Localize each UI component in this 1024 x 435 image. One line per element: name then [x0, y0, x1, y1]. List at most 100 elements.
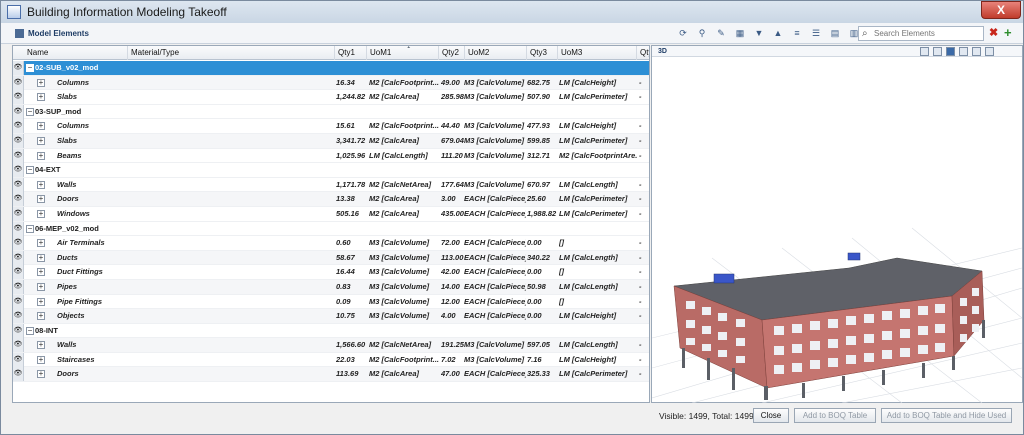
table-row[interactable]: 👁 + Columns 16.34 M2 [CalcFootprint... 49.00 M…: [13, 75, 649, 91]
visibility-eye-icon[interactable]: 👁: [13, 75, 24, 90]
collapse-icon[interactable]: −: [26, 224, 34, 233]
view-mode-icon[interactable]: [920, 47, 929, 56]
clear-filter-icon[interactable]: ✖: [989, 26, 1001, 40]
window-close-button[interactable]: X: [981, 1, 1021, 19]
visibility-eye-icon[interactable]: 👁: [13, 279, 24, 294]
visibility-eye-icon[interactable]: 👁: [13, 250, 24, 265]
expand-icon[interactable]: +: [37, 282, 45, 291]
expand-icon[interactable]: +: [37, 209, 45, 218]
cell-qty2: 285.98: [441, 92, 464, 102]
table-row[interactable]: 👁 + Objects 10.75 M3 [CalcVolume] 4.00 EACH [C…: [13, 309, 649, 324]
column-header-material[interactable]: Material/Type: [128, 46, 335, 60]
visibility-eye-icon[interactable]: 👁: [13, 148, 24, 163]
visibility-eye-icon[interactable]: 👁: [13, 90, 24, 105]
group-row[interactable]: 👁 −04-EXT: [13, 163, 649, 178]
expand-icon[interactable]: +: [37, 239, 45, 248]
table-row[interactable]: 👁 + Duct Fittings 16.44 M3 [CalcVolume] 42.00…: [13, 265, 649, 280]
expand-icon[interactable]: +: [37, 93, 45, 102]
visibility-eye-icon[interactable]: 👁: [13, 206, 24, 221]
add-to-boq-hide-used-button[interactable]: Add to BOQ Table and Hide Used: [881, 408, 1012, 423]
table-row[interactable]: 👁 + Pipes 0.83 M3 [CalcVolume] 14.00 EACH [Cal…: [13, 279, 649, 295]
collapse-icon[interactable]: −: [26, 107, 34, 116]
refresh-icon[interactable]: ⟳: [675, 26, 691, 40]
table-row[interactable]: 👁 + Windows 505.16 M2 [CalcArea] 435.00 EACH […: [13, 206, 649, 222]
table-row[interactable]: 👁 + Beams 1,025.96 LM [CalcLength] 111.20 M3 […: [13, 148, 649, 164]
table-row[interactable]: 👁 + Walls 1,566.60 M2 [CalcNetArea] 191.25 M3 …: [13, 338, 649, 353]
table-row[interactable]: 👁 + Slabs 1,244.82 M2 [CalcArea] 285.98 M3 [Ca…: [13, 90, 649, 105]
table-row[interactable]: 👁 + Slabs 3,341.72 M2 [CalcArea] 679.04 M3 [Ca…: [13, 133, 649, 149]
visibility-eye-icon[interactable]: 👁: [13, 294, 24, 309]
person-icon[interactable]: [985, 47, 994, 56]
expand-icon[interactable]: +: [37, 268, 45, 277]
expand-icon[interactable]: +: [37, 180, 45, 189]
visibility-eye-icon[interactable]: 👁: [13, 367, 24, 382]
grid-options-icon[interactable]: ▦: [732, 26, 748, 40]
collapse-icon[interactable]: −: [26, 64, 34, 72]
column-header-uom2[interactable]: UoM2: [465, 46, 527, 60]
collapse-all-icon[interactable]: ▼: [751, 26, 767, 40]
list-view-icon[interactable]: ≡: [789, 26, 805, 40]
shaded-mode-icon[interactable]: [946, 47, 955, 56]
visibility-eye-icon[interactable]: 👁: [13, 265, 24, 280]
visibility-eye-icon[interactable]: 👁: [13, 163, 24, 178]
table-row[interactable]: 👁 + Air Terminals 0.60 M3 [CalcVolume] 72.00 E…: [13, 236, 649, 251]
visibility-eye-icon[interactable]: 👁: [13, 309, 24, 324]
visibility-eye-icon[interactable]: 👁: [13, 221, 24, 236]
group-row[interactable]: 👁 −03-SUP_mod: [13, 104, 649, 120]
visibility-eye-icon[interactable]: 👁: [13, 192, 24, 207]
search-input[interactable]: [874, 29, 980, 38]
expand-icon[interactable]: +: [37, 122, 45, 131]
wand-icon[interactable]: ✎: [713, 26, 729, 40]
column-header-qty3[interactable]: Qty3: [527, 46, 558, 60]
column-header-qty2[interactable]: Qty2: [439, 46, 465, 60]
filter-icon[interactable]: ⚲: [694, 26, 710, 40]
expand-icon[interactable]: +: [37, 151, 45, 160]
visibility-eye-icon[interactable]: 👁: [13, 119, 24, 134]
visibility-eye-icon[interactable]: 👁: [13, 323, 24, 338]
table-row[interactable]: 👁 + Pipe Fittings 0.09 M3 [CalcVolume] 12.00 E…: [13, 294, 649, 310]
details-view-icon[interactable]: ☰: [808, 26, 824, 40]
visibility-eye-icon[interactable]: 👁: [13, 104, 24, 119]
cube-view-icon[interactable]: [959, 47, 968, 56]
expand-icon[interactable]: +: [37, 370, 45, 379]
table-row[interactable]: 👁 + Ducts 58.67 M3 [CalcVolume] 113.00 EACH [C…: [13, 250, 649, 266]
add-icon[interactable]: +: [1004, 26, 1016, 40]
visibility-eye-icon[interactable]: 👁: [13, 61, 24, 75]
expand-icon[interactable]: +: [37, 195, 45, 204]
close-button[interactable]: Close: [753, 408, 789, 423]
group-row[interactable]: 👁 −02-SUB_v02_mod: [13, 61, 649, 76]
visibility-eye-icon[interactable]: 👁: [13, 177, 24, 192]
table-row[interactable]: 👁 + Doors 13.38 M2 [CalcArea] 3.00 EACH [CalcP…: [13, 192, 649, 207]
column-header-name[interactable]: Name: [24, 46, 128, 60]
group-row[interactable]: 👁 −08-INT: [13, 323, 649, 339]
visibility-eye-icon[interactable]: 👁: [13, 236, 24, 251]
column-header-uom1[interactable]: UoM1: [367, 46, 439, 60]
column-header-uom3[interactable]: UoM3: [558, 46, 637, 60]
visibility-eye-icon[interactable]: 👁: [13, 133, 24, 148]
group-row[interactable]: 👁 −06-MEP_v02_mod: [13, 221, 649, 237]
table-row[interactable]: 👁 + Doors 113.69 M2 [CalcArea] 47.00 EACH [Cal…: [13, 367, 649, 383]
table-row[interactable]: 👁 + Columns 15.61 M2 [CalcFootprint... 44.40 M…: [13, 119, 649, 134]
column-header-qty4[interactable]: Qty: [637, 46, 649, 60]
expand-icon[interactable]: +: [37, 253, 45, 262]
add-to-boq-button[interactable]: Add to BOQ Table: [794, 408, 876, 423]
table-row[interactable]: 👁 + Walls 1,171.78 M2 [CalcNetArea] 177.64 M3 …: [13, 177, 649, 193]
expand-all-icon[interactable]: ▲: [770, 26, 786, 40]
collapse-icon[interactable]: −: [26, 166, 34, 175]
expand-icon[interactable]: +: [37, 312, 45, 321]
table-icon[interactable]: ▤: [827, 26, 843, 40]
expand-icon[interactable]: +: [37, 297, 45, 306]
expand-icon[interactable]: +: [37, 341, 45, 350]
grid-toggle-icon[interactable]: [933, 47, 942, 56]
camera-icon[interactable]: [972, 47, 981, 56]
table-row[interactable]: 👁 + Staircases 22.03 M2 [CalcFootprint... 7.0…: [13, 352, 649, 368]
column-header-qty1[interactable]: Qty1: [335, 46, 367, 60]
expand-icon[interactable]: +: [37, 355, 45, 364]
3d-building-viewport[interactable]: [652, 58, 1022, 403]
expand-icon[interactable]: +: [37, 78, 45, 87]
expand-icon[interactable]: +: [37, 136, 45, 145]
collapse-icon[interactable]: −: [26, 326, 34, 335]
visibility-eye-icon[interactable]: 👁: [13, 338, 24, 353]
cell-qty4: -: [639, 77, 642, 87]
visibility-eye-icon[interactable]: 👁: [13, 352, 24, 367]
